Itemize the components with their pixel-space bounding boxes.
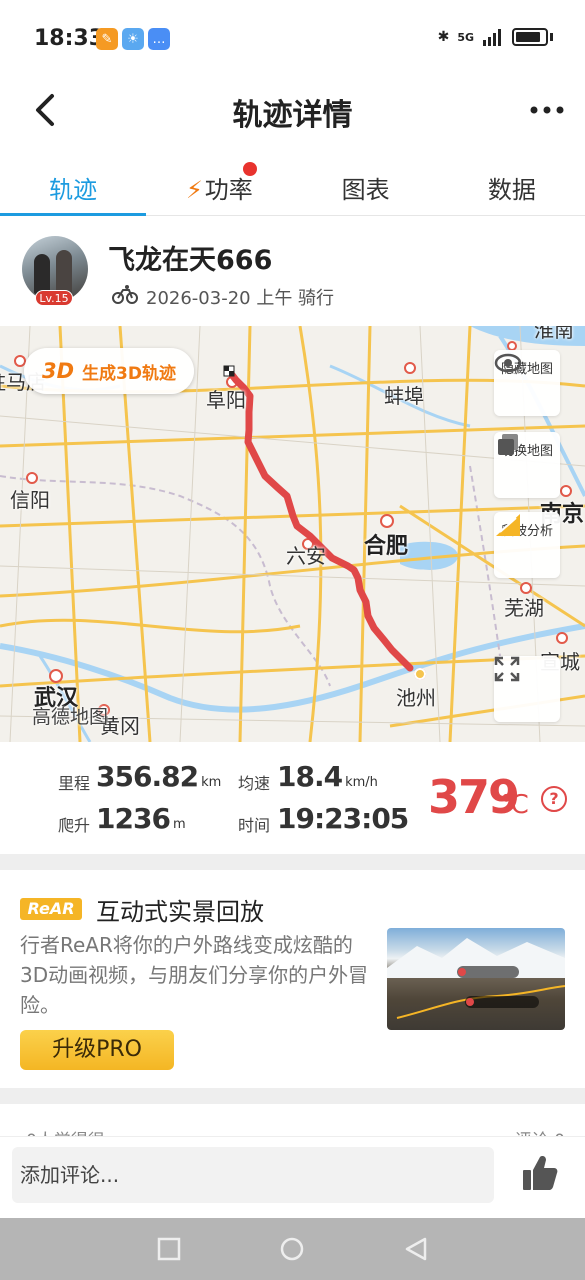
hide-map-button[interactable]: 隐藏地图 [494, 350, 560, 416]
home-icon[interactable] [279, 1236, 305, 1262]
lightning-icon: ⚡ [185, 176, 203, 204]
temperature-unit: ℃ [500, 790, 530, 820]
city-label-chizhou: 池州 [396, 686, 436, 710]
city-label-bengbu: 蚌埠 [384, 384, 424, 408]
city-label-hefei: 合肥 [364, 534, 409, 559]
generate-3d-label: 生成3D轨迹 [82, 363, 176, 384]
3d-badge: 3D [42, 359, 75, 383]
system-nav-bar [0, 1218, 585, 1280]
status-time: 18:33 [34, 26, 105, 51]
avg-speed-label: 均速 [238, 774, 271, 793]
tab-label: 数据 [487, 176, 536, 204]
level-badge: Lv.15 [35, 290, 73, 306]
duration-value: 19:23:05 [277, 802, 409, 835]
avg-speed-number: 18.4 [277, 760, 343, 793]
more-dots-icon[interactable] [529, 86, 565, 130]
tab-bar: 轨迹 ⚡功率 图表 数据 [0, 156, 585, 216]
recents-icon[interactable] [156, 1236, 182, 1262]
comment-input[interactable] [12, 1147, 494, 1203]
rear-promo-card: ReAR 互动式实景回放 行者ReAR将你的户外路线变成炫酷的3D动画视频，与朋… [0, 870, 585, 1088]
help-icon[interactable]: ? [541, 786, 567, 812]
city-label-huainan: 淮南 [534, 326, 574, 342]
layers-icon [498, 434, 518, 455]
ride-stats: 里程 356.82 km 均速 18.4 km/h 爬升 1236 m 时间 19:2… [0, 742, 585, 854]
expand-icon [494, 656, 520, 682]
user-info: Lv.15 飞龙在天666 2026-03-20 上午 骑行 [0, 232, 585, 318]
thumbs-up-icon[interactable] [520, 1153, 560, 1193]
route-map[interactable]: 驻马店 阜阳 蚌埠 淮南 信阳 合肥 六安 南京 芜湖 宣城 池州 武汉 黄冈 … [0, 326, 585, 742]
nav-bar: 轨迹详情 [0, 78, 585, 144]
tab-label: 轨迹 [49, 176, 98, 204]
climb-label: 爬升 [58, 816, 91, 835]
battery-cap [550, 33, 553, 41]
slope-icon [496, 514, 520, 536]
status-system-icons: ✱ 5G [438, 28, 553, 46]
eye-icon [494, 353, 522, 373]
bluetooth-icon: ✱ [437, 29, 450, 45]
rear-title: 互动式实景回放 [96, 898, 264, 926]
rear-preview-graphic [387, 938, 565, 1019]
city-label-wuhu: 芜湖 [504, 596, 544, 620]
tab-track[interactable]: 轨迹 [0, 156, 147, 216]
tab-charts[interactable]: 图表 [293, 156, 439, 215]
distance-label: 里程 [58, 774, 91, 793]
notification-dot [242, 162, 257, 176]
comment-bar [0, 1136, 585, 1216]
app-notification-icon: ✎ [96, 28, 118, 50]
battery-icon [512, 28, 548, 46]
upgrade-pro-button[interactable]: 升级PRO [20, 1030, 174, 1070]
bicycle-icon [112, 285, 138, 304]
page-title: 轨迹详情 [232, 98, 353, 133]
climb-number: 1236 [96, 802, 171, 835]
rear-badge: ReAR [20, 898, 82, 920]
city-label-fuyang: 阜阳 [206, 388, 246, 412]
ride-date: 2026-03-20 上午 骑行 [146, 288, 335, 309]
network-label: 5G [457, 30, 474, 44]
signal-icon [483, 29, 501, 46]
tab-data[interactable]: 数据 [439, 156, 585, 215]
tab-label: 功率 [204, 176, 253, 204]
generate-3d-button[interactable]: 3D 生成3D轨迹 [24, 348, 194, 394]
divider [0, 1088, 585, 1104]
city-label-liuan: 六安 [286, 544, 326, 568]
divider [0, 854, 585, 870]
distance-number: 356.82 [96, 760, 199, 793]
map-provider-logo: 高德地图 [32, 706, 109, 728]
back-nav-icon[interactable] [403, 1236, 429, 1262]
switch-map-button[interactable]: 切换地图 [494, 432, 560, 498]
distance-unit: km [201, 775, 222, 790]
duration-label: 时间 [238, 816, 271, 835]
fullscreen-button[interactable] [494, 656, 560, 722]
user-name[interactable]: 飞龙在天666 [108, 238, 272, 277]
distance-value: 356.82 km [96, 760, 221, 793]
avg-speed-value: 18.4 km/h [277, 760, 378, 793]
status-notification-icons: ✎ ☀ … [96, 28, 170, 50]
climb-value: 1236 m [96, 802, 186, 835]
weather-notification-icon: ☀ [122, 28, 144, 50]
tab-label: 图表 [341, 176, 390, 204]
climb-unit: m [172, 817, 186, 832]
message-notification-icon: … [148, 28, 170, 50]
status-bar: 18:33 ✎ ☀ … ✱ 5G [0, 0, 585, 78]
climb-analysis-button[interactable]: 爬坡分析 [494, 512, 560, 578]
rear-description: 行者ReAR将你的户外路线变成炫酷的3D动画视频，与朋友们分享你的户外冒险。 [20, 933, 369, 1017]
rear-preview-image[interactable] [387, 928, 565, 1030]
tab-power[interactable]: ⚡功率 [146, 156, 292, 215]
city-label-xinyang: 信阳 [10, 488, 50, 512]
avg-speed-unit: km/h [345, 775, 378, 790]
